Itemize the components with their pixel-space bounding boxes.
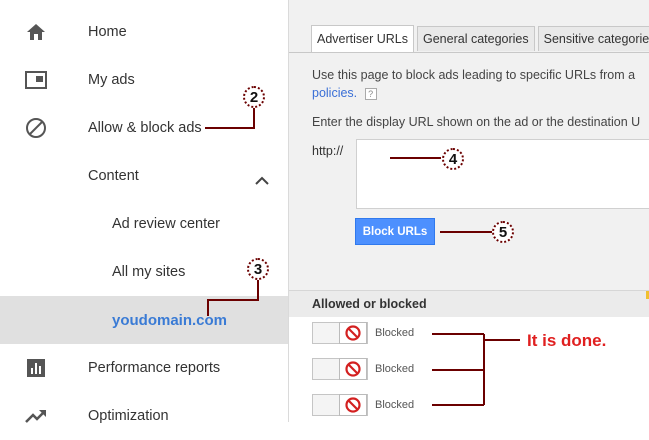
sidebar: Home My ads Allow & block ads Content Ad… bbox=[0, 0, 288, 424]
status-text: Blocked bbox=[375, 399, 415, 411]
policies-link[interactable]: policies. bbox=[312, 86, 357, 100]
no-entry-icon bbox=[339, 322, 367, 344]
annotation-marker-4: 4 bbox=[442, 148, 464, 170]
sidebar-item-allow-block-ads[interactable]: Allow & block ads bbox=[0, 104, 288, 152]
sidebar-item-label: Content bbox=[88, 168, 139, 184]
bar-chart-icon bbox=[24, 356, 48, 380]
page-description: Use this page to block ads leading to sp… bbox=[312, 68, 636, 82]
url-textarea[interactable] bbox=[356, 139, 649, 209]
annotation-marker-2: 2 bbox=[243, 86, 265, 108]
tab-underline bbox=[289, 52, 649, 53]
sidebar-item-label: Home bbox=[88, 24, 127, 40]
url-prefix: http:// bbox=[312, 144, 344, 158]
help-icon[interactable]: ? bbox=[364, 88, 377, 100]
no-entry-icon bbox=[339, 394, 367, 416]
sidebar-item-label: My ads bbox=[88, 72, 135, 88]
tab-bar: Advertiser URLs General categories Sensi… bbox=[311, 25, 649, 52]
ads-icon bbox=[24, 68, 48, 92]
tab-sensitive-categories[interactable]: Sensitive categories bbox=[537, 26, 649, 51]
policies-line: policies. ? bbox=[312, 86, 377, 100]
annotation-marker-5: 5 bbox=[492, 221, 514, 243]
trending-up-icon bbox=[24, 404, 48, 428]
block-toggle[interactable] bbox=[312, 394, 368, 416]
table-header: Allowed or blocked bbox=[289, 290, 649, 319]
done-annotation: It is done. bbox=[527, 331, 607, 350]
table-header-label: Allowed or blocked bbox=[312, 297, 427, 311]
sidebar-item-all-my-sites[interactable]: All my sites bbox=[0, 248, 288, 296]
status-text: Blocked bbox=[375, 363, 415, 375]
home-icon bbox=[24, 20, 48, 44]
tab-general-categories[interactable]: General categories bbox=[417, 26, 535, 51]
sidebar-item-label: Allow & block ads bbox=[88, 120, 202, 136]
sidebar-item-ad-review-center[interactable]: Ad review center bbox=[0, 200, 288, 248]
sidebar-item-home[interactable]: Home bbox=[0, 8, 288, 56]
table-row: Blocked bbox=[289, 389, 649, 422]
sidebar-item-performance-reports[interactable]: Performance reports bbox=[0, 344, 288, 392]
tab-advertiser-urls[interactable]: Advertiser URLs bbox=[311, 25, 414, 52]
sidebar-item-label: All my sites bbox=[112, 264, 186, 280]
status-text: Blocked bbox=[375, 327, 415, 339]
sidebar-item-label: youdomain.com bbox=[112, 311, 228, 329]
sidebar-item-optimization[interactable]: Optimization bbox=[0, 392, 288, 440]
url-instruction: Enter the display URL shown on the ad or… bbox=[312, 115, 641, 129]
main-panel: Advertiser URLs General categories Sensi… bbox=[289, 0, 649, 422]
table-row: Blocked bbox=[289, 353, 649, 390]
block-icon bbox=[24, 116, 48, 140]
sidebar-item-label: Ad review center bbox=[112, 216, 220, 232]
chevron-up-icon bbox=[255, 172, 269, 190]
no-entry-icon bbox=[339, 358, 367, 380]
block-urls-button[interactable]: Block URLs bbox=[355, 218, 435, 245]
sidebar-item-label: Performance reports bbox=[88, 360, 221, 376]
annotation-marker-3: 3 bbox=[247, 258, 269, 280]
sidebar-item-youdomain[interactable]: youdomain.com bbox=[0, 296, 288, 344]
block-toggle[interactable] bbox=[312, 358, 368, 380]
block-toggle[interactable] bbox=[312, 322, 368, 344]
sidebar-item-content[interactable]: Content bbox=[0, 152, 288, 200]
